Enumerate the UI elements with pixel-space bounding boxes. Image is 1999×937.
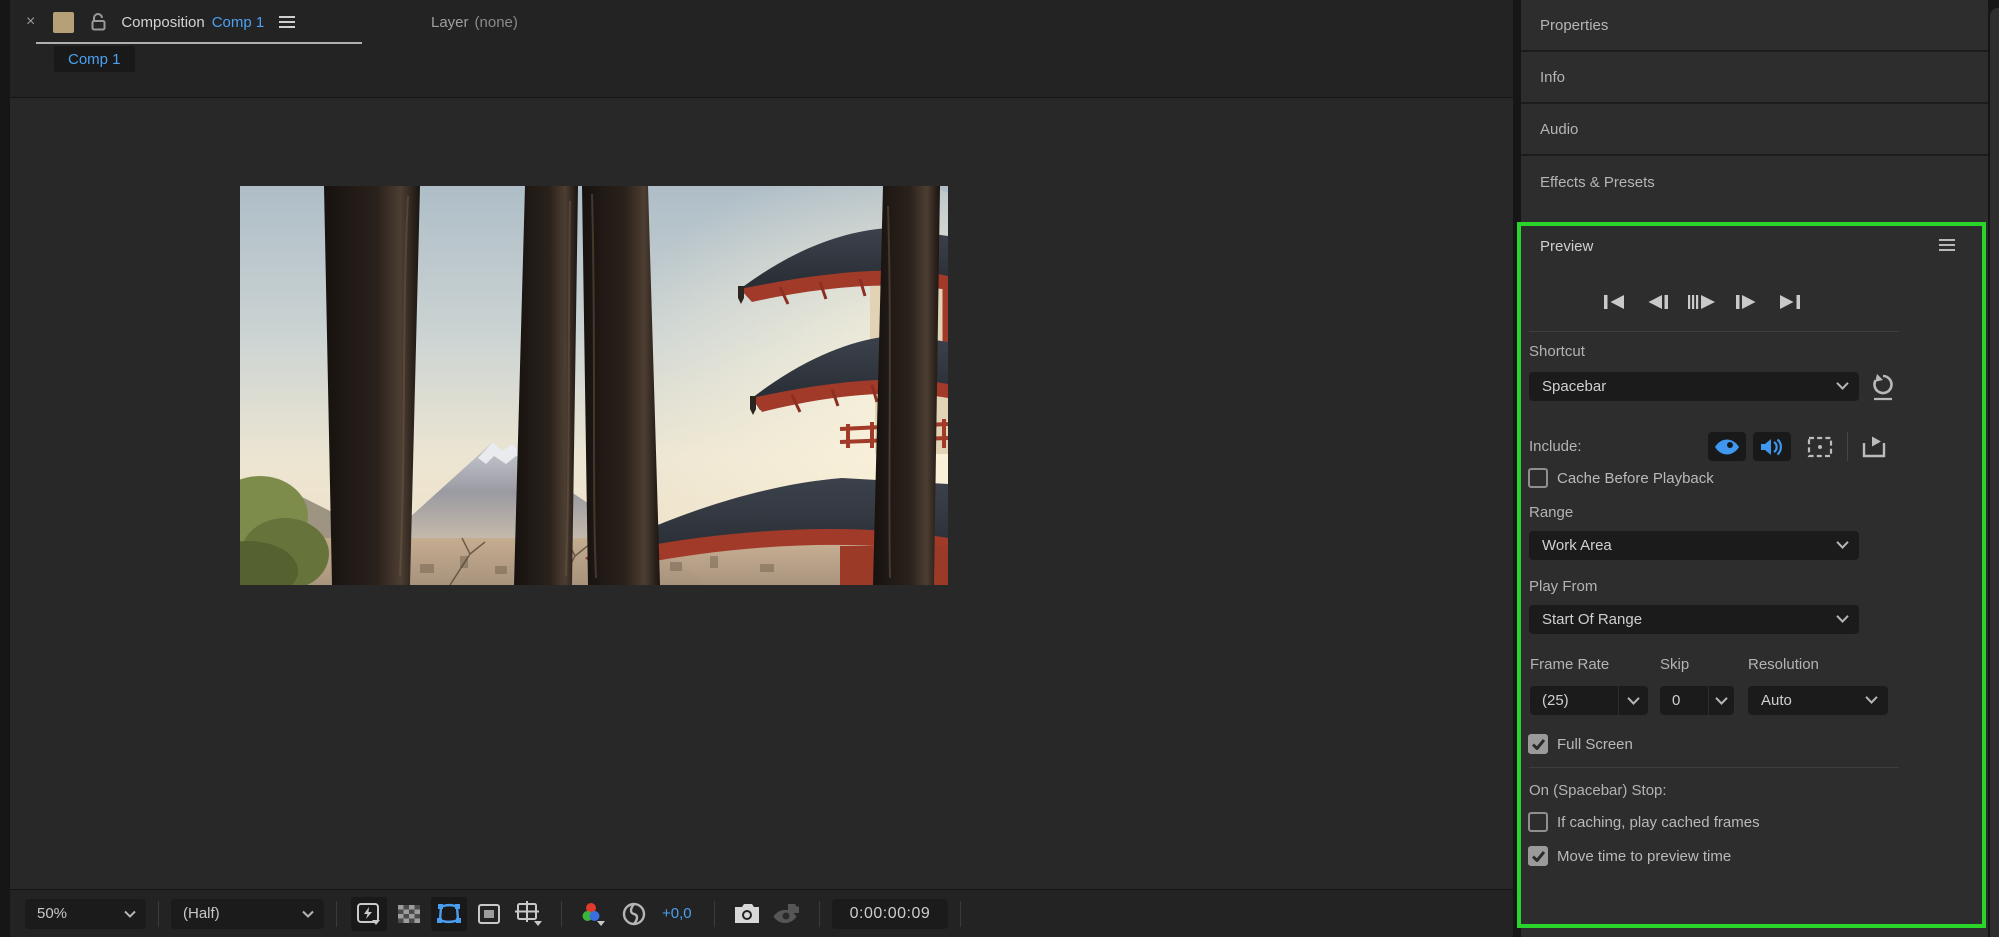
fast-previews-icon[interactable] [351, 896, 387, 931]
checkbox-label: Move time to preview time [1557, 847, 1732, 865]
panel-color-swatch [53, 11, 75, 33]
composition-viewer[interactable] [10, 99, 1513, 889]
right-dock: Properties Info Audio Effects & Presets … [1517, 0, 1988, 937]
divider [1529, 331, 1899, 332]
skip-dropdown-button[interactable] [1708, 686, 1734, 715]
play-button[interactable] [1687, 292, 1717, 312]
panel-tab-audio[interactable]: Audio [1521, 104, 1988, 156]
viewer-tab-strip: × Composition Comp 1 Layer (none) Comp 1 [10, 0, 1513, 98]
move-time-checkbox[interactable]: Move time to preview time [1528, 846, 1731, 866]
checkbox-label: Full Screen [1557, 735, 1633, 753]
skip-field[interactable]: 0 [1660, 686, 1708, 715]
magnification-dropdown[interactable]: 50% [25, 898, 146, 929]
checkbox-label: If caching, play cached frames [1557, 813, 1760, 831]
include-video-eye-icon[interactable] [1708, 432, 1746, 461]
chevron-down-icon [1836, 381, 1849, 390]
full-screen-checkbox[interactable]: Full Screen [1528, 734, 1633, 754]
chevron-down-icon [302, 910, 314, 918]
divider [1529, 767, 1899, 768]
chevron-down-icon [1836, 614, 1849, 623]
panel-tab-info[interactable]: Info [1521, 52, 1988, 104]
skip-label: Skip [1660, 656, 1690, 673]
resolution-label: Resolution [1748, 656, 1819, 673]
grid-guides-icon[interactable] [511, 897, 547, 931]
separator [818, 900, 820, 927]
range-dropdown[interactable]: Work Area [1529, 531, 1859, 560]
shortcut-value: Spacebar [1542, 378, 1607, 395]
exposure-value[interactable]: +0,0 [662, 905, 692, 922]
preview-panel: Preview Shortcut Spacebar Include: Cache… [1521, 226, 1982, 924]
checkbox-label: Cache Before Playback [1557, 469, 1714, 487]
previous-frame-button[interactable] [1643, 292, 1673, 312]
if-caching-checkbox[interactable]: If caching, play cached frames [1528, 812, 1760, 832]
separator [158, 900, 159, 927]
transparency-grid-icon[interactable] [391, 897, 427, 931]
range-value: Work Area [1542, 537, 1612, 554]
frame-rate-field[interactable]: (25) [1530, 686, 1618, 715]
frame-rate-label: Frame Rate [1530, 656, 1610, 673]
resolution-dropdown[interactable]: (Half) [171, 898, 324, 929]
chevron-down-icon [1836, 540, 1849, 549]
mask-visibility-icon[interactable] [431, 896, 467, 931]
next-frame-button[interactable] [1731, 292, 1761, 312]
preview-panel-title[interactable]: Preview [1540, 238, 1593, 255]
exposure-icon[interactable] [616, 897, 652, 931]
chevron-down-icon [1865, 695, 1878, 704]
resolution-value: Auto [1761, 692, 1792, 709]
play-from-value: Start Of Range [1542, 611, 1643, 628]
include-label: Include: [1529, 438, 1582, 455]
play-on-device-icon[interactable] [1855, 432, 1893, 461]
frame-rate-dropdown-button[interactable] [1618, 686, 1648, 715]
play-from-dropdown[interactable]: Start Of Range [1529, 605, 1859, 634]
preview-image [240, 186, 948, 585]
include-audio-icon[interactable] [1753, 432, 1791, 461]
snapshot-icon[interactable] [729, 897, 765, 931]
panel-tab-properties[interactable]: Properties [1521, 0, 1988, 52]
region-of-interest-icon[interactable] [471, 897, 507, 931]
separator [561, 900, 562, 927]
chevron-down-icon [124, 910, 136, 918]
first-frame-button[interactable] [1599, 292, 1629, 312]
on-stop-label: On (Spacebar) Stop: [1529, 782, 1667, 799]
active-tab-underline [36, 42, 362, 44]
preview-panel-highlight: Preview Shortcut Spacebar Include: Cache… [1517, 222, 1986, 928]
reset-shortcut-icon[interactable] [1869, 372, 1897, 402]
tab-layer-target: (none) [474, 13, 518, 31]
tab-layer-label: Layer [431, 13, 469, 31]
resolution-value: (Half) [183, 905, 220, 922]
unlock-icon[interactable] [90, 13, 107, 31]
separator [960, 900, 962, 927]
panel-menu-icon[interactable] [278, 15, 296, 29]
tab-layer[interactable]: Layer (none) [431, 0, 518, 44]
show-snapshot-icon[interactable] [769, 897, 805, 931]
after-effects-window: × Composition Comp 1 Layer (none) Comp 1… [0, 0, 1999, 937]
tab-composition-target[interactable]: Comp 1 [212, 14, 265, 31]
include-overlays-icon[interactable] [1801, 432, 1839, 461]
shortcut-dropdown[interactable]: Spacebar [1529, 372, 1859, 401]
channels-icon[interactable] [576, 897, 612, 931]
close-panel-icon[interactable]: × [26, 13, 35, 31]
preview-panel-menu-icon[interactable] [1938, 238, 1956, 252]
tab-composition-label[interactable]: Composition [121, 14, 204, 31]
transport-controls [1599, 292, 1805, 312]
separator [336, 900, 337, 927]
cache-before-playback-checkbox[interactable]: Cache Before Playback [1528, 468, 1714, 488]
timecode-display[interactable]: 0:00:00:09 [831, 898, 949, 929]
resolution-dropdown-preview[interactable]: Auto [1748, 686, 1888, 715]
panel-tab-effects-presets[interactable]: Effects & Presets [1521, 156, 1988, 208]
comp-quick-tab[interactable]: Comp 1 [54, 46, 135, 72]
last-frame-button[interactable] [1775, 292, 1805, 312]
play-from-label: Play From [1529, 578, 1598, 595]
magnification-value: 50% [37, 905, 68, 922]
separator [713, 900, 715, 927]
adjacent-panel-edge[interactable] [1990, 8, 1999, 937]
composition-panel: × Composition Comp 1 Layer (none) Comp 1… [10, 0, 1513, 937]
viewer-toolbar: 50% (Half) +0,0 0:00:00:09 [10, 889, 1513, 937]
shortcut-label: Shortcut [1529, 343, 1585, 360]
separator [1847, 432, 1848, 461]
range-label: Range [1529, 504, 1574, 521]
